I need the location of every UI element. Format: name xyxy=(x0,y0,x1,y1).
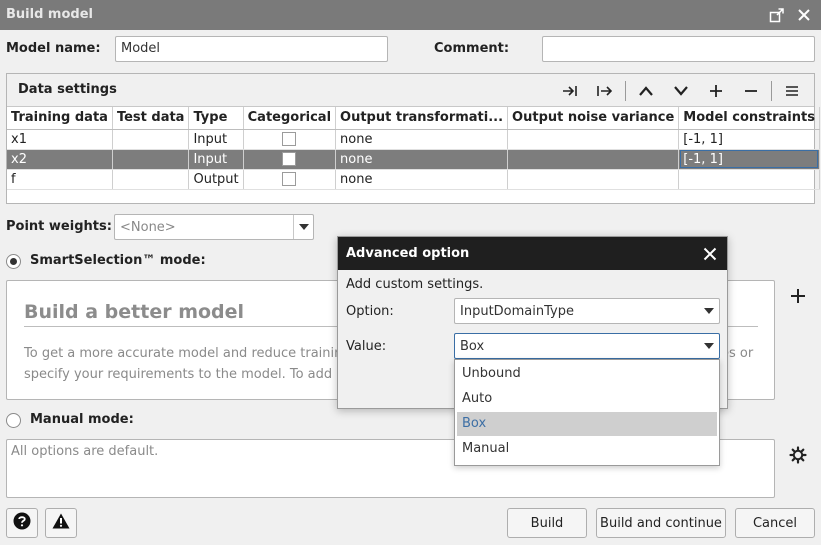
output-noise-cell[interactable] xyxy=(507,149,680,170)
option-label: Option: xyxy=(346,304,394,319)
warning-button[interactable] xyxy=(45,508,77,538)
model-constraints-cell[interactable] xyxy=(678,169,820,190)
dropdown-option-manual[interactable]: Manual xyxy=(457,437,717,461)
close-icon[interactable] xyxy=(699,243,721,265)
table-row[interactable]: x1 Input none [-1, 1] xyxy=(7,129,820,150)
output-transformation-cell[interactable]: none xyxy=(335,169,509,190)
model-name-label: Model name: xyxy=(6,41,101,56)
smart-selection-label: SmartSelection™ mode: xyxy=(30,253,206,268)
value-label: Value: xyxy=(346,339,387,354)
column-header[interactable]: Model constraints xyxy=(678,107,820,130)
move-down-icon[interactable] xyxy=(669,80,693,102)
column-header[interactable]: Output noise variance xyxy=(507,107,680,130)
warning-icon xyxy=(52,513,70,533)
option-select-value: InputDomainType xyxy=(460,304,574,319)
data-settings-panel: Data settings Training data Test data Ty… xyxy=(6,73,820,204)
smart-selection-heading: Build a better model xyxy=(24,301,245,323)
title-bar: Build model xyxy=(0,0,821,30)
dropdown-option-box[interactable]: Box xyxy=(457,412,717,436)
add-icon[interactable] xyxy=(704,80,728,102)
smart-selection-text-line2: specify your requirements to the model. … xyxy=(24,367,361,382)
column-header[interactable]: Training data xyxy=(7,107,113,130)
manual-options-placeholder: All options are default. xyxy=(11,444,159,459)
model-name-input[interactable]: Model xyxy=(115,36,388,62)
chevron-down-icon[interactable] xyxy=(293,215,313,239)
gear-icon[interactable] xyxy=(789,446,807,468)
manual-mode-label: Manual mode: xyxy=(30,412,134,427)
value-dropdown-list: Unbound Auto Box Manual xyxy=(454,359,720,466)
value-select[interactable]: Box xyxy=(454,333,720,359)
data-settings-table: Training data Test data Type Categorical… xyxy=(7,107,820,190)
smart-selection-radio[interactable] xyxy=(6,254,21,269)
categorical-checkbox[interactable] xyxy=(282,132,297,146)
table-row[interactable]: f Output none xyxy=(7,169,820,190)
output-noise-cell[interactable] xyxy=(507,129,680,150)
comment-label: Comment: xyxy=(434,41,510,56)
training-data-cell[interactable]: f xyxy=(7,169,113,190)
dropdown-option-auto[interactable]: Auto xyxy=(457,387,717,411)
add-requirement-icon[interactable] xyxy=(790,288,806,308)
test-data-cell[interactable] xyxy=(112,129,190,150)
training-data-cell[interactable]: x2 xyxy=(7,149,113,170)
value-select-value: Box xyxy=(460,339,485,354)
manual-mode-radio[interactable] xyxy=(6,413,21,428)
option-select[interactable]: InputDomainType xyxy=(454,298,720,324)
training-data-cell[interactable]: x1 xyxy=(7,129,113,150)
help-icon xyxy=(13,512,31,534)
data-settings-header: Data settings xyxy=(7,74,814,107)
categorical-checkbox[interactable] xyxy=(282,152,297,166)
type-cell[interactable]: Input xyxy=(188,129,244,150)
move-right-icon[interactable] xyxy=(592,80,616,102)
type-cell[interactable]: Output xyxy=(188,169,244,190)
test-data-cell[interactable] xyxy=(112,149,190,170)
comment-input[interactable] xyxy=(542,36,815,62)
chevron-down-icon[interactable] xyxy=(699,299,719,323)
move-to-end-icon[interactable] xyxy=(558,80,582,102)
smart-selection-text-line1: To get a more accurate model and reduce … xyxy=(24,346,364,361)
dialog-title: Advanced option xyxy=(346,246,470,261)
remove-icon[interactable] xyxy=(739,80,763,102)
chevron-down-icon[interactable] xyxy=(699,334,719,358)
menu-icon[interactable] xyxy=(780,80,804,102)
table-row-selected[interactable]: x2 Input none [-1, 1] xyxy=(7,149,820,170)
column-header[interactable]: Output transformati... xyxy=(335,107,509,130)
output-transformation-cell[interactable]: none xyxy=(335,149,509,170)
column-header[interactable]: Test data xyxy=(112,107,190,130)
help-button[interactable] xyxy=(6,508,38,538)
model-constraints-cell[interactable]: [-1, 1] xyxy=(678,149,820,170)
point-weights-select[interactable]: <None> xyxy=(114,214,314,240)
column-header[interactable]: Type xyxy=(188,107,244,130)
output-noise-cell[interactable] xyxy=(507,169,680,190)
output-transformation-cell[interactable]: none xyxy=(335,129,509,150)
point-weights-label: Point weights: xyxy=(6,219,112,234)
categorical-cell xyxy=(243,129,337,150)
toolbar-divider xyxy=(771,81,772,101)
cancel-button[interactable]: Cancel xyxy=(735,508,815,538)
model-constraints-cell[interactable]: [-1, 1] xyxy=(678,129,820,150)
build-button[interactable]: Build xyxy=(507,508,587,538)
dropdown-option-unbound[interactable]: Unbound xyxy=(457,362,717,386)
undock-icon[interactable] xyxy=(766,4,788,26)
type-cell[interactable]: Input xyxy=(188,149,244,170)
test-data-cell[interactable] xyxy=(112,169,190,190)
window-title: Build model xyxy=(6,7,93,22)
move-up-icon[interactable] xyxy=(634,80,658,102)
point-weights-value: <None> xyxy=(120,220,176,235)
column-header[interactable]: Categorical xyxy=(243,107,337,130)
categorical-checkbox[interactable] xyxy=(282,172,297,186)
dialog-header: Advanced option xyxy=(338,237,727,270)
categorical-cell xyxy=(243,149,337,170)
table-header-row: Training data Test data Type Categorical… xyxy=(7,107,820,130)
close-icon[interactable] xyxy=(793,4,815,26)
categorical-cell xyxy=(243,169,337,190)
build-and-continue-button[interactable]: Build and continue xyxy=(596,508,726,538)
data-settings-title: Data settings xyxy=(18,82,117,97)
toolbar-divider xyxy=(625,81,626,101)
dialog-subtitle: Add custom settings. xyxy=(346,277,484,292)
